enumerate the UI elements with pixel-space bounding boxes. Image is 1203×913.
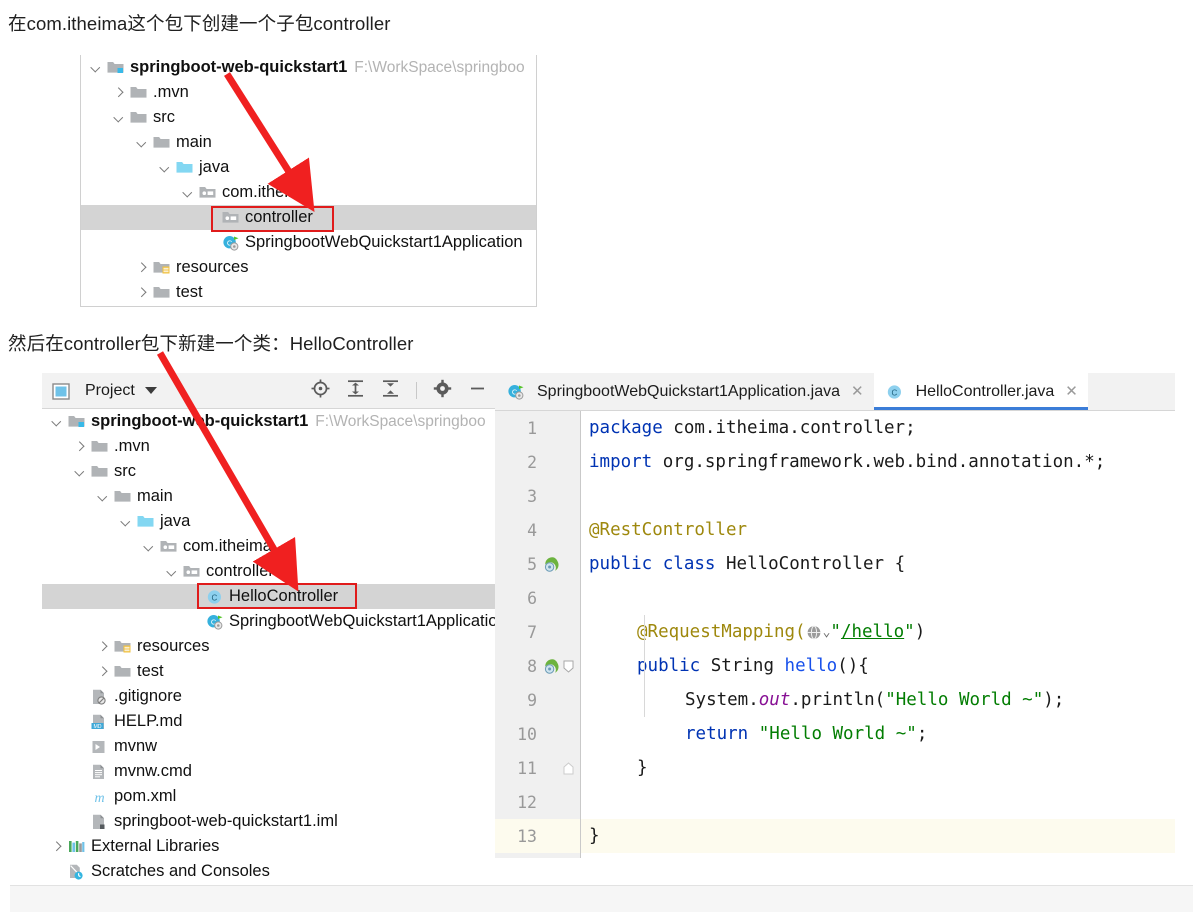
bottom-status-bar [10,885,1193,912]
annotation-arrow-2 [156,351,299,592]
